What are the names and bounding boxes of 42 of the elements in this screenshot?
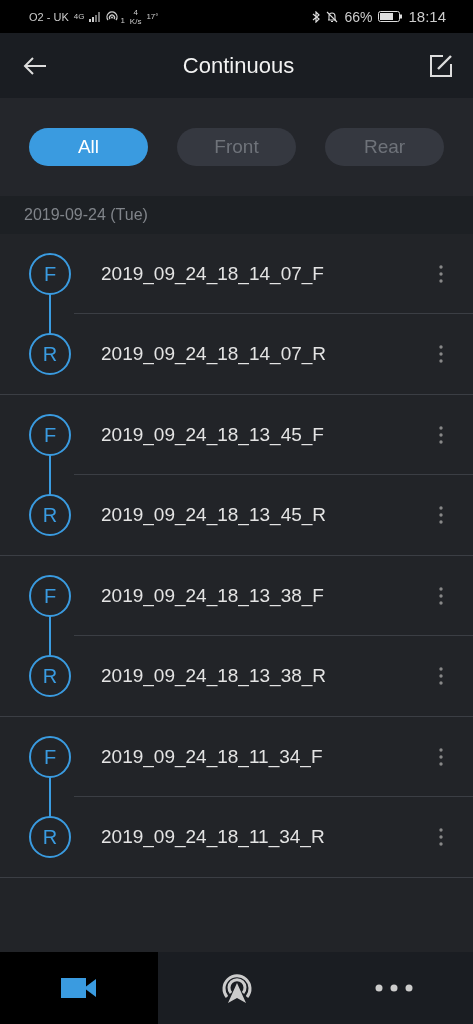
speed-unit: K/s bbox=[129, 16, 142, 26]
clock-time: 18:14 bbox=[408, 8, 446, 25]
speed-value: 4 bbox=[133, 7, 138, 17]
date-header: 2019-09-24 (Tue) bbox=[0, 196, 473, 234]
battery-percent: 66% bbox=[344, 8, 373, 25]
camera-badge: F bbox=[29, 575, 71, 617]
hotspot-count: 1 bbox=[120, 15, 125, 25]
recording-name[interactable]: 2019_09_24_18_13_45_R bbox=[101, 504, 437, 526]
camera-badge: R bbox=[29, 655, 71, 697]
camera-badge: F bbox=[29, 253, 71, 295]
more-options-icon[interactable] bbox=[437, 263, 445, 285]
recording-name[interactable]: 2019_09_24_18_14_07_F bbox=[101, 263, 437, 285]
more-options-icon[interactable] bbox=[437, 585, 445, 607]
more-icon bbox=[375, 984, 414, 992]
battery-icon bbox=[378, 11, 403, 22]
camera-badge: R bbox=[29, 816, 71, 858]
bell-muted-icon bbox=[326, 10, 339, 23]
bottom-tab[interactable] bbox=[0, 952, 158, 1024]
more-options-icon[interactable] bbox=[437, 424, 445, 446]
camera-badge: R bbox=[29, 333, 71, 375]
camera-badge: R bbox=[29, 494, 71, 536]
more-options-icon[interactable] bbox=[437, 504, 445, 526]
camera-badge: F bbox=[29, 414, 71, 456]
bluetooth-icon bbox=[312, 10, 321, 23]
carrier-text: O2 - UK bbox=[29, 10, 69, 23]
camera-badge: F bbox=[29, 736, 71, 778]
video-camera-icon bbox=[60, 976, 97, 1000]
temperature-text: 17° bbox=[146, 12, 159, 21]
more-options-icon[interactable] bbox=[437, 826, 445, 848]
recording-name[interactable]: 2019_09_24_18_13_45_F bbox=[101, 424, 437, 446]
network-text: 4G bbox=[73, 12, 85, 21]
more-options-icon[interactable] bbox=[437, 343, 445, 365]
signal-icon bbox=[89, 11, 102, 22]
recording-name[interactable]: 2019_09_24_18_14_07_R bbox=[101, 343, 437, 365]
recording-name[interactable]: 2019_09_24_18_13_38_R bbox=[101, 665, 437, 687]
more-options-icon[interactable] bbox=[437, 746, 445, 768]
recording-name[interactable]: 2019_09_24_18_11_34_F bbox=[101, 746, 437, 768]
recording-name[interactable]: 2019_09_24_18_13_38_F bbox=[101, 585, 437, 607]
hotspot-icon bbox=[106, 10, 119, 23]
recording-name[interactable]: 2019_09_24_18_11_34_R bbox=[101, 826, 437, 848]
more-options-icon[interactable] bbox=[437, 665, 445, 687]
page-title: Continuous bbox=[182, 52, 295, 79]
